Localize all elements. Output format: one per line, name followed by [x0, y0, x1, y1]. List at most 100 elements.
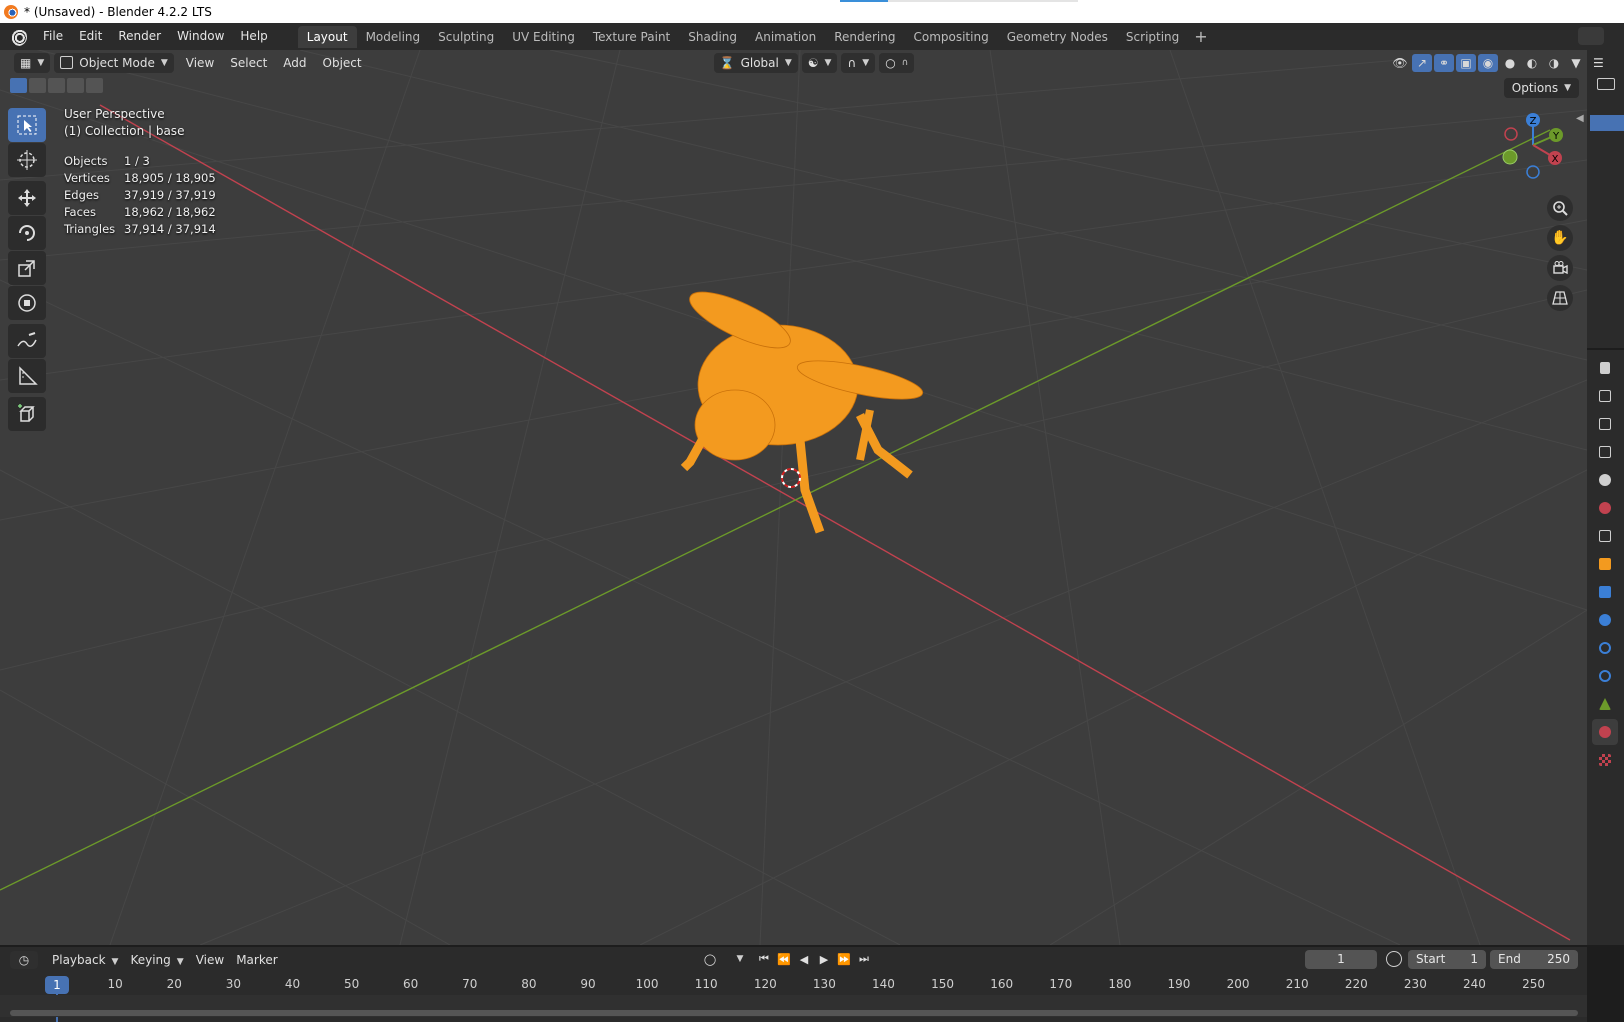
playback-menu[interactable]: Playback ▼ — [46, 953, 124, 967]
playhead-frame-indicator[interactable]: 1 — [45, 976, 69, 994]
snap-button[interactable]: ∩ ▼ — [841, 52, 876, 73]
rotate-tool[interactable] — [8, 216, 46, 250]
add-menu[interactable]: Add — [275, 56, 314, 70]
gizmo-toggle-icon[interactable]: ↗ — [1412, 53, 1432, 72]
outliner-panel[interactable]: ☰ — [1587, 50, 1624, 350]
select-subtract-mode-icon[interactable] — [48, 78, 65, 93]
proportional-edit-button[interactable]: ○ ∩ — [879, 52, 915, 73]
move-tool[interactable] — [8, 181, 46, 215]
scene-selector-button[interactable] — [1578, 27, 1604, 45]
add-cube-tool[interactable] — [8, 397, 46, 431]
pivot-point-button[interactable]: ☯ ▼ — [801, 52, 838, 73]
tab-output[interactable] — [1592, 411, 1618, 437]
tab-collection[interactable] — [1592, 523, 1618, 549]
timeline-editor[interactable]: ◷ Playback ▼ Keying ▼ View Marker ◯ ▼ ⏮ ⏪ … — [0, 945, 1587, 1022]
select-box-tool[interactable] — [8, 108, 46, 142]
tab-geometry-nodes[interactable]: Geometry Nodes — [998, 26, 1117, 48]
navigation-gizmo[interactable]: Z Y X — [1498, 110, 1578, 190]
tab-compositing[interactable]: Compositing — [904, 26, 997, 48]
timeline-scrollbar[interactable] — [10, 1010, 1578, 1016]
play-button[interactable]: ▶ — [814, 950, 834, 968]
stopwatch-icon[interactable] — [1386, 951, 1402, 967]
xray-toggle-icon[interactable]: ▣ — [1456, 53, 1476, 72]
tab-scene[interactable] — [1592, 467, 1618, 493]
zoom-button[interactable] — [1547, 195, 1573, 221]
tab-material[interactable] — [1592, 719, 1618, 745]
tab-shading[interactable]: Shading — [679, 26, 746, 48]
tab-modifiers[interactable] — [1592, 579, 1618, 605]
solid-shading-icon[interactable]: ● — [1500, 54, 1520, 72]
camera-view-button[interactable] — [1547, 255, 1573, 281]
annotate-tool[interactable] — [8, 324, 46, 358]
ortho-toggle-button[interactable] — [1547, 285, 1573, 311]
select-difference-mode-icon[interactable] — [67, 78, 84, 93]
timeline-editor-type-button[interactable]: ◷ — [10, 951, 38, 969]
timeline-view-menu[interactable]: View — [190, 953, 230, 967]
keying-set-dropdown[interactable]: ▼ — [720, 950, 754, 968]
menu-help[interactable]: Help — [232, 23, 275, 50]
3d-viewport[interactable]: ▦ ▼ Object Mode ▼ View Select Add Object … — [0, 50, 1587, 945]
tab-sculpting[interactable]: Sculpting — [429, 26, 503, 48]
add-workspace-button[interactable]: + — [1188, 27, 1213, 46]
jump-start-button[interactable]: ⏮ — [754, 950, 774, 968]
object-menu[interactable]: Object — [315, 56, 370, 70]
overlays-toggle-icon[interactable]: ⚭ — [1434, 53, 1454, 72]
pan-button[interactable]: ✋ — [1547, 225, 1573, 251]
tab-particles[interactable] — [1592, 607, 1618, 633]
editor-type-button[interactable]: ▦ ▼ — [14, 52, 51, 73]
tab-constraints[interactable] — [1592, 663, 1618, 689]
tab-physics[interactable] — [1592, 635, 1618, 661]
tab-data[interactable] — [1592, 691, 1618, 717]
select-extend-mode-icon[interactable] — [29, 78, 46, 93]
play-reverse-button[interactable]: ◀ — [794, 950, 814, 968]
keying-menu[interactable]: Keying ▼ — [124, 953, 189, 967]
menu-window[interactable]: Window — [169, 23, 232, 50]
material-shading-icon[interactable]: ◐ — [1522, 54, 1542, 72]
tab-scripting[interactable]: Scripting — [1117, 26, 1188, 48]
options-dropdown[interactable]: Options ▼ — [1503, 78, 1579, 98]
tab-texture[interactable] — [1592, 747, 1618, 773]
blender-logo-icon[interactable] — [9, 27, 27, 46]
tab-tool[interactable] — [1592, 355, 1618, 381]
select-intersect-mode-icon[interactable] — [86, 78, 103, 93]
tab-layout[interactable]: Layout — [297, 25, 357, 48]
tab-view-layer[interactable] — [1592, 439, 1618, 465]
outliner-filter-icon[interactable] — [1597, 78, 1615, 90]
tab-modeling[interactable]: Modeling — [357, 26, 430, 48]
outliner-editor-icon[interactable]: ☰ — [1593, 56, 1604, 70]
current-frame-field[interactable]: 1 — [1305, 950, 1377, 969]
menu-render[interactable]: Render — [110, 23, 169, 50]
start-frame-field[interactable]: Start 1 — [1408, 950, 1486, 969]
select-new-mode-icon[interactable] — [10, 78, 27, 93]
scale-tool[interactable] — [8, 251, 46, 285]
menu-edit[interactable]: Edit — [71, 23, 110, 50]
shading-options-icon[interactable]: ▼ — [1566, 54, 1586, 72]
tab-world[interactable] — [1592, 495, 1618, 521]
mode-selector[interactable]: Object Mode ▼ — [54, 52, 174, 73]
select-menu[interactable]: Select — [222, 56, 275, 70]
cursor-tool[interactable] — [8, 143, 46, 177]
tab-object[interactable] — [1592, 551, 1618, 577]
jump-end-button[interactable]: ⏭ — [854, 950, 874, 968]
tab-animation[interactable]: Animation — [746, 26, 825, 48]
frame-ruler[interactable]: 1 10 20 30 40 50 60 70 80 90 100 110 120 130 140 150 16… — [0, 975, 1587, 1022]
next-keyframe-button[interactable]: ⏩ — [834, 950, 854, 968]
visibility-icon[interactable]: 👁 — [1390, 54, 1410, 72]
marker-menu[interactable]: Marker — [230, 953, 283, 967]
tab-rendering[interactable]: Rendering — [825, 26, 904, 48]
prev-keyframe-button[interactable]: ⏪ — [774, 950, 794, 968]
rendered-shading-icon[interactable]: ◑ — [1544, 54, 1564, 72]
menu-file[interactable]: File — [35, 23, 71, 50]
tab-texture-paint[interactable]: Texture Paint — [584, 26, 679, 48]
sidebar-toggle-icon[interactable]: ◀ — [1576, 113, 1584, 124]
tab-render[interactable] — [1592, 383, 1618, 409]
auto-keying-button[interactable]: ◯ — [700, 950, 720, 968]
wireframe-shading-icon[interactable]: ◉ — [1478, 53, 1498, 72]
transform-orientation-selector[interactable]: ⌛ Global ▼ — [713, 52, 798, 73]
view-menu[interactable]: View — [178, 56, 222, 70]
outliner-selected-row[interactable] — [1590, 115, 1624, 131]
transform-tool[interactable] — [8, 286, 46, 320]
measure-tool[interactable] — [8, 359, 46, 393]
end-frame-field[interactable]: End 250 — [1490, 950, 1578, 969]
tab-uv-editing[interactable]: UV Editing — [503, 26, 584, 48]
